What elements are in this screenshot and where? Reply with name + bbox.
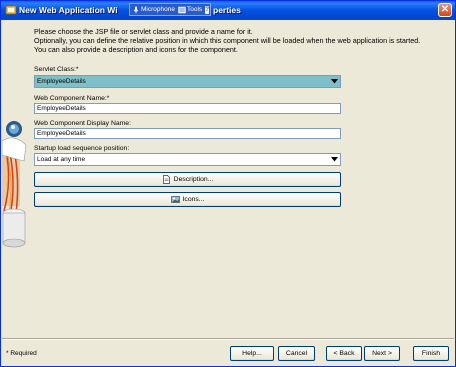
dropdown-arrow[interactable] — [329, 154, 340, 165]
title-bar[interactable]: New Web Application Wi Microphone Tools … — [1, 1, 455, 20]
dropdown-arrow[interactable] — [329, 76, 340, 87]
display-name-value: EmployeeDetails — [37, 130, 86, 137]
microphone-label: Microphone — [141, 6, 175, 13]
instruction-line-2: Optionally, you can define the relative … — [34, 36, 421, 45]
finish-button[interactable]: Finish — [413, 346, 449, 361]
servlet-class-dropdown[interactable]: EmployeeDetails — [34, 75, 341, 88]
back-button[interactable]: < Back — [326, 346, 362, 361]
display-name-field[interactable]: EmployeeDetails — [34, 128, 341, 139]
images-icon — [170, 196, 180, 203]
microphone-button[interactable]: Microphone — [132, 6, 175, 14]
document-icon — [162, 175, 170, 184]
startup-dropdown[interactable]: Load at any time — [34, 153, 341, 166]
component-name-value: EmployeeDetails — [37, 105, 86, 112]
component-name-label: Web Component Name:* — [34, 95, 110, 102]
tools-button[interactable]: Tools — [178, 6, 202, 14]
speech-help-button[interactable]: ? — [205, 5, 210, 14]
instruction-line-3: You can also provide a description and i… — [34, 45, 238, 54]
tools-label: Tools — [186, 6, 203, 13]
next-button[interactable]: Next > — [364, 346, 400, 361]
component-name-field[interactable]: EmployeeDetails — [34, 103, 341, 114]
speech-toolbar: Microphone Tools ? — [129, 3, 211, 16]
servlet-class-value: EmployeeDetails — [37, 78, 86, 85]
instruction-line-1: Please choose the JSP file or servlet cl… — [34, 27, 253, 36]
wizard-side-illustration — [2, 21, 28, 336]
description-button-label: Description... — [173, 176, 214, 183]
help-button[interactable]: Help... — [230, 346, 274, 361]
icons-button-label: Icons... — [182, 196, 205, 203]
wizard-window: New Web Application Wi Microphone Tools … — [0, 0, 456, 367]
required-note: * Required — [6, 350, 37, 357]
footer-divider-highlight — [2, 339, 454, 340]
startup-label: Startup load sequence position: — [34, 145, 130, 152]
app-icon — [5, 5, 17, 15]
chevron-down-icon — [331, 79, 338, 84]
display-name-label: Web Component Display Name: — [34, 120, 131, 127]
microphone-icon — [133, 6, 139, 13]
tools-icon — [178, 6, 186, 13]
startup-value: Load at any time — [37, 156, 86, 163]
window-title: New Web Application Wi — [19, 5, 118, 15]
window-title-tail: perties — [213, 5, 241, 15]
icons-button[interactable]: Icons... — [34, 192, 341, 207]
close-icon: ✕ — [440, 4, 450, 15]
servlet-class-label: Servlet Class:* — [34, 66, 79, 73]
description-button[interactable]: Description... — [34, 172, 341, 187]
close-button[interactable]: ✕ — [438, 3, 452, 17]
cancel-button[interactable]: Cancel — [278, 346, 315, 361]
chevron-down-icon — [331, 157, 338, 162]
